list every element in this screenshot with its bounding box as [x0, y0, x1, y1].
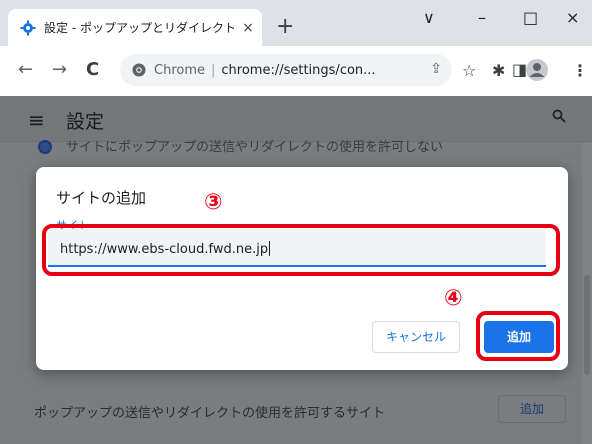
block-popups-label: サイトにポップアップの送信やリダイレクトの使用を許可しない — [66, 140, 444, 155]
menu-icon[interactable]: ≡ — [28, 108, 45, 132]
reload-icon[interactable]: C — [86, 59, 99, 80]
block-popups-radio — [38, 140, 52, 154]
browser-menu-icon[interactable]: ⋮ — [572, 61, 588, 80]
cancel-button[interactable]: キャンセル — [372, 321, 460, 353]
close-window-button[interactable]: × — [566, 8, 579, 27]
allowed-sites-add-button: 追加 — [498, 395, 566, 423]
chrome-icon — [132, 63, 146, 77]
browser-toolbar: ← → C Chrome | chrome://settings/con... … — [0, 46, 592, 96]
address-separator: | — [211, 62, 216, 78]
search-icon[interactable] — [552, 109, 566, 127]
tab-settings[interactable]: 設定 - ポップアップとリダイレクト × — [8, 9, 262, 46]
share-icon[interactable]: ⇪ — [430, 61, 442, 77]
scrollbar-thumb[interactable] — [584, 275, 590, 375]
new-tab-button[interactable]: + — [276, 16, 294, 38]
step-3-marker: ③ — [204, 190, 223, 215]
side-panel-icon[interactable]: ◨ — [512, 60, 527, 79]
dialog-title: サイトの追加 — [56, 189, 147, 207]
close-tab-icon[interactable]: × — [234, 20, 262, 36]
address-origin: Chrome — [154, 62, 205, 78]
back-arrow-icon[interactable]: ← — [18, 59, 33, 80]
forward-arrow-icon[interactable]: → — [52, 59, 67, 80]
highlight-site-input — [42, 224, 560, 276]
address-url: chrome://settings/con... — [221, 62, 376, 78]
maximize-button[interactable]: □ — [523, 8, 538, 27]
tab-strip: 設定 - ポップアップとリダイレクト × + ∨ – □ × — [0, 0, 592, 46]
address-bar[interactable]: Chrome | chrome://settings/con... ⇪ — [120, 54, 452, 86]
minimize-button[interactable]: – — [478, 8, 486, 27]
tab-title: 設定 - ポップアップとリダイレクト — [44, 21, 234, 35]
page-title: 設定 — [66, 111, 105, 133]
bookmark-star-icon[interactable]: ☆ — [462, 61, 476, 80]
profile-avatar[interactable] — [526, 59, 548, 81]
tab-search-icon[interactable]: ∨ — [423, 8, 435, 27]
allowed-sites-heading: ポップアップの送信やリダイレクトの使用を許可するサイト — [34, 406, 386, 421]
highlight-add-button — [476, 311, 560, 361]
extensions-icon[interactable]: ✱ — [492, 61, 505, 80]
gear-icon — [20, 20, 36, 35]
step-4-marker: ④ — [444, 286, 463, 311]
person-icon — [529, 63, 545, 77]
